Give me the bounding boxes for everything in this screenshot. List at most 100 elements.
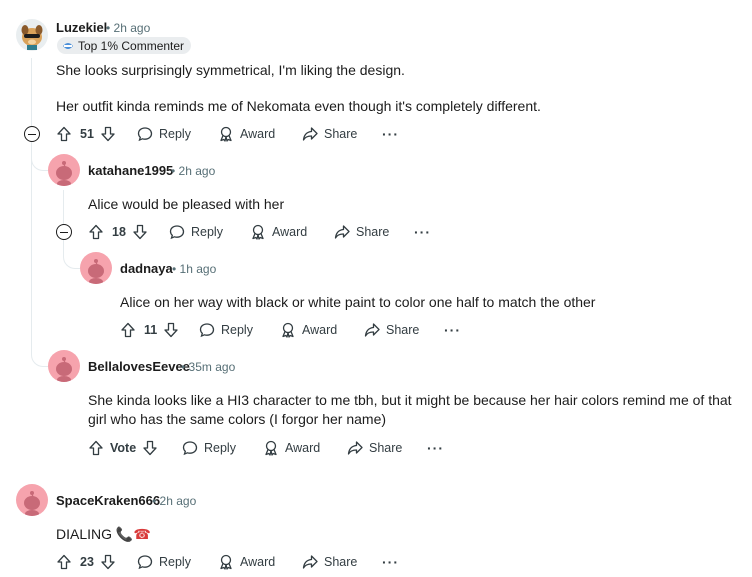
- award-label: Award: [272, 225, 308, 239]
- vote-group: Vote: [88, 440, 158, 456]
- award-button[interactable]: Award: [250, 224, 307, 240]
- award-button[interactable]: Award: [218, 126, 275, 142]
- downvote-icon[interactable]: [100, 126, 116, 142]
- award-label: Award: [240, 127, 276, 141]
- collapse-icon[interactable]: [24, 126, 40, 142]
- reply-button[interactable]: Reply: [137, 554, 191, 570]
- commenter-badge[interactable]: Top 1% Commenter: [57, 37, 192, 54]
- more-options-button[interactable]: ···: [382, 555, 399, 569]
- share-label: Share: [356, 225, 390, 239]
- comment-text: Alice would be pleased with her: [88, 196, 285, 212]
- reply-label: Reply: [159, 127, 191, 141]
- reply-button[interactable]: Reply: [199, 322, 253, 338]
- avatar-snoo-icon: [88, 259, 104, 284]
- comment-username[interactable]: BellalovesEevee: [88, 359, 190, 374]
- separator-dot: •: [106, 21, 111, 35]
- award-button[interactable]: Award: [263, 440, 320, 456]
- separator-dot: •: [152, 494, 157, 508]
- comment-timestamp: • 2h ago: [171, 164, 215, 178]
- award-button[interactable]: Award: [218, 554, 275, 570]
- vote-count: 11: [144, 323, 158, 337]
- award-label: Award: [240, 555, 276, 569]
- phone-emoji: 📞☎: [115, 526, 151, 542]
- thread-line-root-lower: [31, 142, 32, 352]
- award-icon: [220, 554, 232, 570]
- collapse-icon[interactable]: [56, 224, 72, 240]
- downvote-icon[interactable]: [132, 224, 148, 240]
- thread-branch-dadnaya: [63, 244, 80, 269]
- avatar[interactable]: [48, 154, 80, 186]
- downvote-icon[interactable]: [142, 440, 158, 456]
- avatar[interactable]: [80, 252, 112, 284]
- share-icon: [302, 127, 318, 141]
- avatar-snoo-icon: [24, 491, 40, 516]
- badge-label: Top 1% Commenter: [78, 38, 185, 53]
- vote-label: Vote: [110, 441, 137, 455]
- award-icon: [220, 126, 232, 142]
- upvote-icon[interactable]: [120, 322, 136, 338]
- share-button[interactable]: Share: [302, 126, 357, 142]
- avatar-snoo-icon: [56, 357, 72, 382]
- more-options-button[interactable]: ···: [444, 323, 461, 337]
- comment-username[interactable]: dadnaya: [120, 261, 173, 276]
- reply-icon: [169, 225, 185, 240]
- time-text: 2h ago: [159, 494, 197, 508]
- reply-icon: [137, 127, 153, 142]
- reply-label: Reply: [159, 555, 191, 569]
- award-label: Award: [285, 441, 321, 455]
- thread-line-root: [31, 58, 32, 126]
- share-button[interactable]: Share: [334, 224, 389, 240]
- comment-username[interactable]: Luzekiel: [56, 20, 107, 35]
- upvote-icon[interactable]: [56, 554, 72, 570]
- time-text: 2h ago: [113, 21, 151, 35]
- separator-dot: •: [172, 262, 177, 276]
- thread-branch-bellaloveseevee: [31, 340, 48, 367]
- downvote-icon[interactable]: [100, 554, 116, 570]
- more-options-button[interactable]: ···: [414, 225, 431, 239]
- upvote-icon[interactable]: [88, 224, 104, 240]
- avatar-dog-icon: [21, 25, 43, 50]
- time-text: 2h ago: [178, 164, 216, 178]
- comment-text: girl who has the same colors (I forgor h…: [88, 411, 387, 427]
- share-button[interactable]: Share: [364, 322, 419, 338]
- comment-text: She kinda looks like a HI3 character to …: [88, 392, 732, 408]
- downvote-icon[interactable]: [163, 322, 179, 338]
- comment-username[interactable]: SpaceKraken666: [56, 493, 160, 508]
- share-icon: [302, 555, 318, 569]
- share-button[interactable]: Share: [347, 440, 402, 456]
- upvote-icon[interactable]: [88, 440, 104, 456]
- more-options-button[interactable]: ···: [382, 127, 399, 141]
- share-icon: [364, 323, 380, 337]
- vote-count: 18: [112, 225, 126, 239]
- share-button[interactable]: Share: [302, 554, 357, 570]
- reply-label: Reply: [204, 441, 236, 455]
- share-label: Share: [324, 127, 358, 141]
- share-label: Share: [369, 441, 403, 455]
- share-icon: [347, 441, 363, 455]
- vote-group: 11: [120, 322, 179, 338]
- avatar[interactable]: [48, 350, 80, 382]
- reply-button[interactable]: Reply: [137, 126, 191, 142]
- vote-group: 23: [56, 554, 116, 570]
- comment-text: DIALING 📞☎: [56, 524, 151, 544]
- upvote-icon[interactable]: [56, 126, 72, 142]
- reply-label: Reply: [191, 225, 223, 239]
- reply-button[interactable]: Reply: [182, 440, 236, 456]
- comment-timestamp: • 35m ago: [181, 360, 235, 374]
- thread-branch-katahane: [31, 146, 48, 171]
- avatar[interactable]: [16, 484, 48, 516]
- comment-text: Alice on her way with black or white pai…: [120, 294, 596, 310]
- avatar[interactable]: [16, 19, 48, 51]
- vote-count: 23: [80, 555, 94, 569]
- separator-dot: •: [171, 164, 176, 178]
- share-label: Share: [386, 323, 420, 337]
- comment-timestamp: • 1h ago: [172, 262, 216, 276]
- comment-text: Her outfit kinda reminds me of Nekomata …: [56, 98, 541, 114]
- comment-username[interactable]: katahane1995: [88, 163, 173, 178]
- award-button[interactable]: Award: [280, 322, 337, 338]
- more-options-button[interactable]: ···: [427, 441, 444, 455]
- separator-dot: •: [181, 360, 186, 374]
- reply-button[interactable]: Reply: [169, 224, 223, 240]
- reply-icon: [137, 555, 153, 570]
- award-icon: [252, 224, 264, 240]
